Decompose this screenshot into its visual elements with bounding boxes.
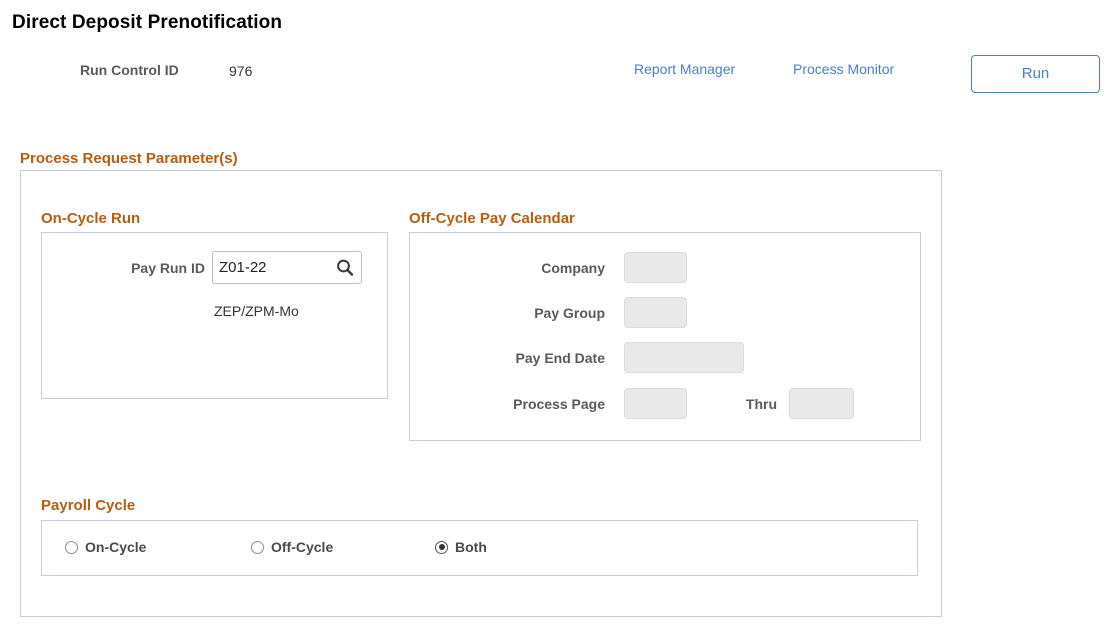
pay-end-date-label: Pay End Date (430, 350, 605, 366)
radio-icon-selected[interactable] (435, 541, 448, 554)
run-control-id-value: 976 (229, 63, 252, 79)
payroll-cycle-option-off-cycle[interactable]: Off-Cycle (251, 539, 333, 555)
process-page-field (624, 388, 687, 419)
run-control-id-label: Run Control ID (80, 62, 179, 78)
pay-run-id-input[interactable] (213, 252, 331, 283)
company-label: Company (430, 260, 605, 276)
page-title: Direct Deposit Prenotification (12, 12, 282, 34)
pay-group-field (624, 297, 687, 328)
payroll-cycle-option-on-cycle[interactable]: On-Cycle (65, 539, 146, 555)
pay-end-date-field (624, 342, 744, 373)
off-cycle-pay-calendar-heading: Off-Cycle Pay Calendar (409, 210, 575, 227)
thru-field (789, 388, 854, 419)
pay-run-id-field-wrapper (212, 251, 362, 284)
run-button[interactable]: Run (971, 55, 1100, 93)
thru-label: Thru (705, 396, 777, 412)
pay-group-label: Pay Group (430, 305, 605, 321)
payroll-cycle-option-label: Both (455, 539, 487, 555)
radio-icon[interactable] (251, 541, 264, 554)
process-page-label: Process Page (430, 396, 605, 412)
search-icon[interactable] (333, 256, 357, 280)
pay-run-id-label: Pay Run ID (60, 260, 205, 276)
radio-icon[interactable] (65, 541, 78, 554)
payroll-cycle-option-both[interactable]: Both (435, 539, 487, 555)
report-manager-link[interactable]: Report Manager (634, 61, 735, 77)
process-request-parameters-heading: Process Request Parameter(s) (20, 150, 238, 167)
pay-run-id-description: ZEP/ZPM-Mo (214, 303, 299, 319)
payroll-cycle-heading: Payroll Cycle (41, 497, 135, 514)
process-monitor-link[interactable]: Process Monitor (793, 61, 894, 77)
company-field (624, 252, 687, 283)
on-cycle-run-heading: On-Cycle Run (41, 210, 140, 227)
payroll-cycle-option-label: Off-Cycle (271, 539, 333, 555)
payroll-cycle-option-label: On-Cycle (85, 539, 146, 555)
